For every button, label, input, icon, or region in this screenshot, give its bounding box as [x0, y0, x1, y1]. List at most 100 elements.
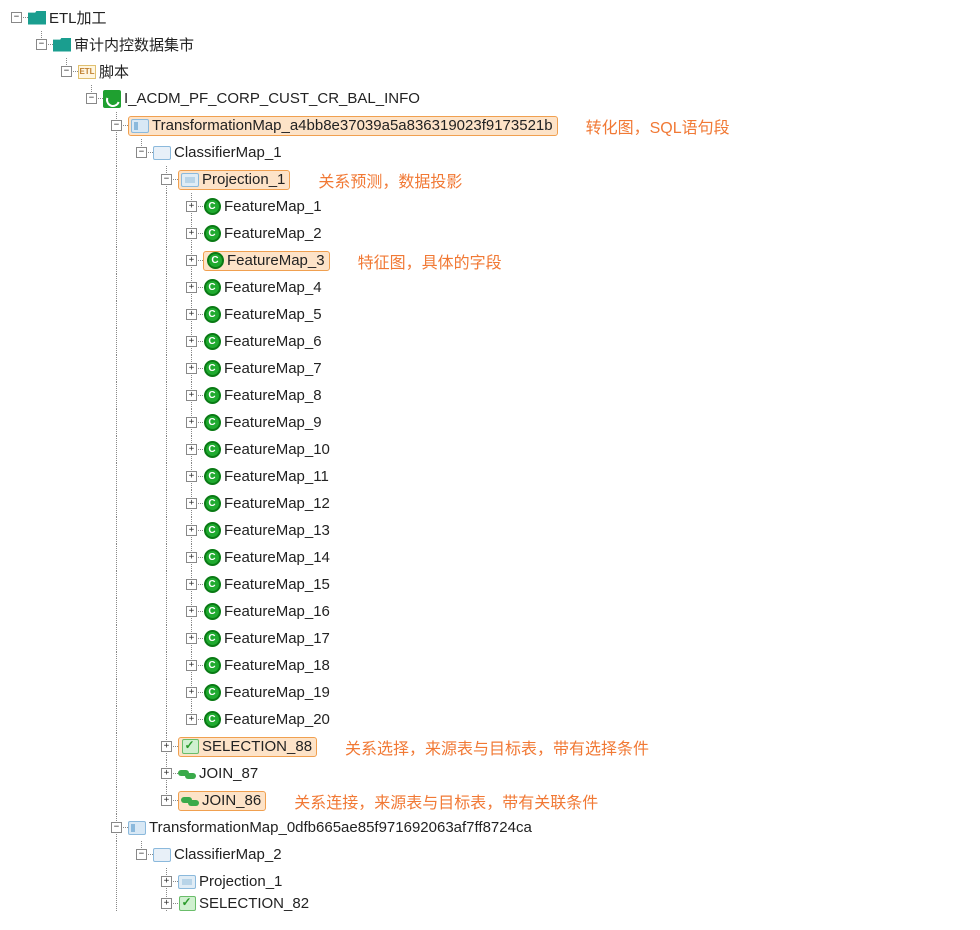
- tree-row[interactable]: + SELECTION_88 关系选择，来源表与目标表，带有选择条件: [4, 733, 976, 760]
- tree-row[interactable]: − ClassifierMap_1: [4, 139, 976, 166]
- feature-icon: C: [203, 225, 221, 243]
- expand-icon[interactable]: +: [186, 417, 197, 428]
- collapse-icon[interactable]: −: [136, 849, 147, 860]
- tree-row[interactable]: + JOIN_86 关系连接，来源表与目标表，带有关联条件: [4, 787, 976, 814]
- expand-icon[interactable]: +: [186, 309, 197, 320]
- expand-icon[interactable]: +: [161, 741, 172, 752]
- tree-label: FeatureMap_20: [224, 711, 330, 728]
- tree-row[interactable]: − TransformationMap_a4bb8e37039a5a836319…: [4, 112, 976, 139]
- expand-icon[interactable]: +: [186, 687, 197, 698]
- tree-label: FeatureMap_11: [224, 468, 329, 485]
- tree-row[interactable]: + JOIN_87: [4, 760, 976, 787]
- expand-icon[interactable]: +: [186, 498, 197, 509]
- tree-row[interactable]: + Projection_1: [4, 868, 976, 895]
- map-icon: [128, 819, 146, 837]
- tree-row[interactable]: + CFeatureMap_4: [4, 274, 976, 301]
- tree-row[interactable]: + CFeatureMap_3特征图，具体的字段: [4, 247, 976, 274]
- expand-icon[interactable]: +: [186, 282, 197, 293]
- collapse-icon[interactable]: −: [111, 120, 122, 131]
- feature-icon: C: [203, 684, 221, 702]
- collapse-icon[interactable]: −: [86, 93, 97, 104]
- feature-icon: C: [203, 468, 221, 486]
- tree-label: JOIN_86: [202, 792, 261, 809]
- expand-icon[interactable]: +: [186, 660, 197, 671]
- tree-row[interactable]: + CFeatureMap_6: [4, 328, 976, 355]
- tree-row[interactable]: + CFeatureMap_7: [4, 355, 976, 382]
- tree-row[interactable]: + CFeatureMap_8: [4, 382, 976, 409]
- expand-icon[interactable]: +: [186, 228, 197, 239]
- tree-row[interactable]: + CFeatureMap_14: [4, 544, 976, 571]
- tree-row[interactable]: + CFeatureMap_1: [4, 193, 976, 220]
- tree-row[interactable]: + CFeatureMap_19: [4, 679, 976, 706]
- expand-icon[interactable]: +: [161, 898, 172, 909]
- annotation: 转化图，SQL语句段: [586, 114, 730, 138]
- tree-row[interactable]: + CFeatureMap_16: [4, 598, 976, 625]
- tree-row[interactable]: + CFeatureMap_20: [4, 706, 976, 733]
- expand-icon[interactable]: +: [186, 714, 197, 725]
- tree-label: FeatureMap_2: [224, 225, 322, 242]
- tree-row[interactable]: − 审计内控数据集市: [4, 31, 976, 58]
- tree-label: TransformationMap_a4bb8e37039a5a83631902…: [152, 117, 553, 134]
- collapse-icon[interactable]: −: [61, 66, 72, 77]
- expand-icon[interactable]: +: [161, 795, 172, 806]
- tree-row[interactable]: + CFeatureMap_11: [4, 463, 976, 490]
- etl-icon: ETL: [78, 63, 96, 81]
- feature-list: + CFeatureMap_1 + CFeatureMap_2 + CFeatu…: [4, 193, 976, 733]
- collapse-icon[interactable]: −: [136, 147, 147, 158]
- collapse-icon[interactable]: −: [11, 12, 22, 23]
- tree-row[interactable]: − Projection_1 关系预测，数据投影: [4, 166, 976, 193]
- expand-icon[interactable]: +: [186, 363, 197, 374]
- tree-row[interactable]: + CFeatureMap_2: [4, 220, 976, 247]
- tree-label: FeatureMap_3: [227, 252, 325, 269]
- tree-label: ETL加工: [49, 7, 107, 28]
- feature-icon: C: [203, 414, 221, 432]
- tree-row[interactable]: + CFeatureMap_10: [4, 436, 976, 463]
- tree-label: Projection_1: [199, 873, 282, 890]
- highlighted-node: SELECTION_88: [178, 737, 317, 757]
- feature-icon: C: [203, 495, 221, 513]
- tree-row[interactable]: + CFeatureMap_15: [4, 571, 976, 598]
- tree-row[interactable]: − I_ACDM_PF_CORP_CUST_CR_BAL_INFO: [4, 85, 976, 112]
- expand-icon[interactable]: +: [186, 444, 197, 455]
- expand-icon[interactable]: +: [186, 471, 197, 482]
- tree-label: ClassifierMap_2: [174, 846, 282, 863]
- feature-icon: C: [203, 630, 221, 648]
- highlighted-node: TransformationMap_a4bb8e37039a5a83631902…: [128, 116, 558, 136]
- tree-row[interactable]: + CFeatureMap_12: [4, 490, 976, 517]
- tree-row[interactable]: + CFeatureMap_18: [4, 652, 976, 679]
- expand-icon[interactable]: +: [161, 876, 172, 887]
- expand-icon[interactable]: +: [186, 336, 197, 347]
- expand-icon[interactable]: +: [186, 606, 197, 617]
- tree-row[interactable]: − ETL 脚本: [4, 58, 976, 85]
- expand-icon[interactable]: +: [186, 255, 197, 266]
- tree-row[interactable]: + CFeatureMap_9: [4, 409, 976, 436]
- tree-row[interactable]: + CFeatureMap_13: [4, 517, 976, 544]
- collapse-icon[interactable]: −: [111, 822, 122, 833]
- feature-icon: C: [203, 279, 221, 297]
- tree-row[interactable]: + CFeatureMap_17: [4, 625, 976, 652]
- highlighted-node: JOIN_86: [178, 791, 266, 811]
- tree-label: FeatureMap_17: [224, 630, 330, 647]
- expand-icon[interactable]: +: [186, 633, 197, 644]
- tree-label: FeatureMap_15: [224, 576, 330, 593]
- highlighted-node: CFeatureMap_3: [203, 251, 330, 271]
- expand-icon[interactable]: +: [186, 390, 197, 401]
- feature-icon: C: [203, 657, 221, 675]
- tree-row[interactable]: + SELECTION_82: [4, 895, 976, 911]
- tree-label: FeatureMap_4: [224, 279, 322, 296]
- tree-row[interactable]: − ETL加工: [4, 4, 976, 31]
- tree-row[interactable]: − TransformationMap_0dfb665ae85f97169206…: [4, 814, 976, 841]
- tree-row[interactable]: + CFeatureMap_5: [4, 301, 976, 328]
- expand-icon[interactable]: +: [186, 201, 197, 212]
- expand-icon[interactable]: +: [186, 552, 197, 563]
- collapse-icon[interactable]: −: [161, 174, 172, 185]
- collapse-icon[interactable]: −: [36, 39, 47, 50]
- classifier-icon: [153, 144, 171, 162]
- join-icon: [181, 792, 199, 810]
- expand-icon[interactable]: +: [186, 579, 197, 590]
- expand-icon[interactable]: +: [186, 525, 197, 536]
- tree-label: FeatureMap_19: [224, 684, 330, 701]
- tree-row[interactable]: − ClassifierMap_2: [4, 841, 976, 868]
- annotation: 关系连接，来源表与目标表，带有关联条件: [294, 789, 598, 813]
- expand-icon[interactable]: +: [161, 768, 172, 779]
